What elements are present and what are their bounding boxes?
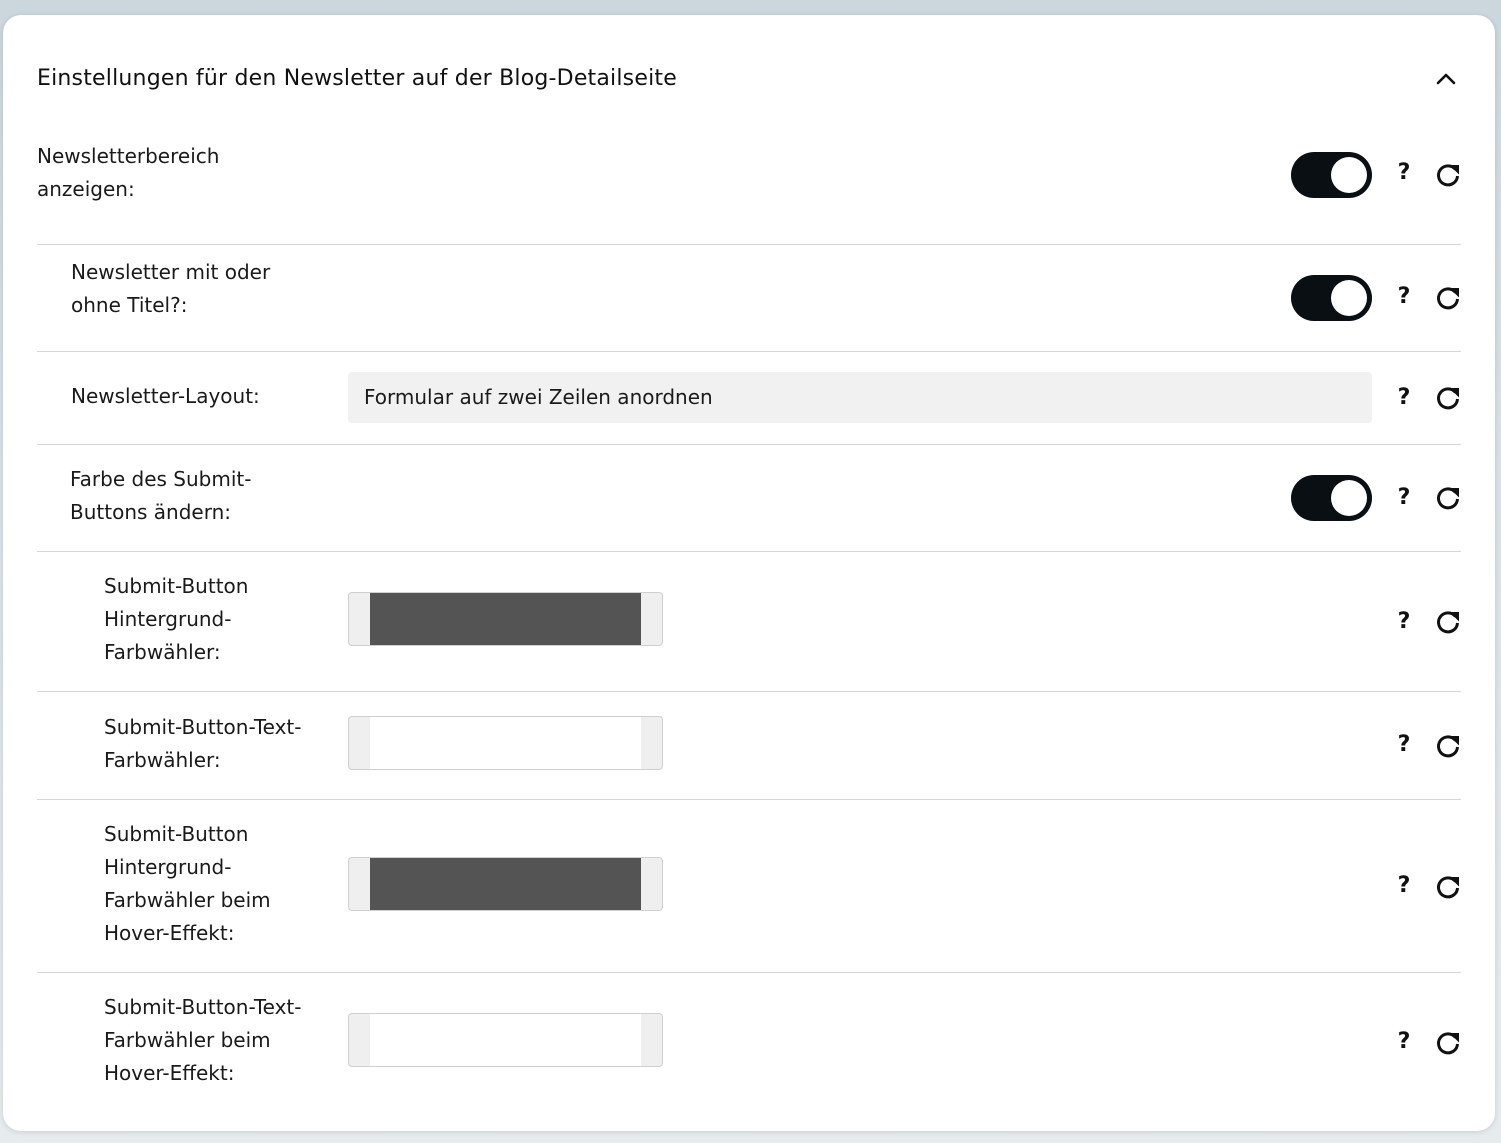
refresh-icon[interactable] bbox=[1435, 385, 1461, 411]
toggle-knob bbox=[1331, 280, 1367, 316]
setting-row-submit-text-color: Submit-Button-Text- Farbwähler: ? bbox=[37, 692, 1461, 800]
help-icon[interactable]: ? bbox=[1397, 385, 1411, 410]
refresh-icon[interactable] bbox=[1435, 874, 1461, 900]
chevron-up-icon bbox=[1436, 73, 1456, 85]
toggle-knob bbox=[1331, 480, 1367, 516]
refresh-icon[interactable] bbox=[1435, 285, 1461, 311]
setting-row-submit-text-hover-color: Submit-Button-Text- Farbwähler beim Hove… bbox=[37, 973, 1461, 1113]
help-icon[interactable]: ? bbox=[1397, 1029, 1411, 1054]
help-icon[interactable]: ? bbox=[1397, 160, 1411, 185]
panel-header[interactable]: Einstellungen für den Newsletter auf der… bbox=[37, 55, 1461, 101]
show-newsletter-toggle[interactable] bbox=[1291, 152, 1372, 198]
help-icon[interactable]: ? bbox=[1397, 873, 1411, 898]
setting-label: Submit-Button-Text- Farbwähler: bbox=[104, 715, 302, 772]
setting-label: Submit-Button Hintergrund- Farbwähler: bbox=[104, 574, 249, 664]
setting-label: Submit-Button Hintergrund- Farbwähler be… bbox=[104, 822, 271, 945]
newsletter-title-toggle[interactable] bbox=[1291, 275, 1372, 321]
submit-color-toggle[interactable] bbox=[1291, 475, 1372, 521]
refresh-icon[interactable] bbox=[1435, 162, 1461, 188]
color-swatch bbox=[370, 593, 641, 645]
color-swatch bbox=[370, 858, 641, 910]
toggle-knob bbox=[1331, 157, 1367, 193]
submit-bg-color-picker[interactable] bbox=[348, 592, 663, 646]
setting-row-newsletter-layout: Newsletter-Layout: Formular auf zwei Zei… bbox=[37, 352, 1461, 445]
setting-label: Farbe des Submit- Buttons ändern: bbox=[70, 467, 252, 524]
submit-text-color-picker[interactable] bbox=[348, 716, 663, 770]
collapse-button[interactable] bbox=[1431, 63, 1461, 93]
submit-bg-hover-color-picker[interactable] bbox=[348, 857, 663, 911]
help-icon[interactable]: ? bbox=[1397, 284, 1411, 309]
help-icon[interactable]: ? bbox=[1397, 732, 1411, 757]
refresh-icon[interactable] bbox=[1435, 1030, 1461, 1056]
refresh-icon[interactable] bbox=[1435, 609, 1461, 635]
panel-title: Einstellungen für den Newsletter auf der… bbox=[37, 65, 677, 91]
newsletter-layout-select[interactable]: Formular auf zwei Zeilen anordnen bbox=[348, 372, 1372, 423]
refresh-icon[interactable] bbox=[1435, 733, 1461, 759]
setting-row-newsletter-title: Newsletter mit oder ohne Titel?: ? bbox=[37, 245, 1461, 352]
setting-row-submit-bg-color: Submit-Button Hintergrund- Farbwähler: ? bbox=[37, 552, 1461, 692]
refresh-icon[interactable] bbox=[1435, 485, 1461, 511]
setting-row-show-newsletter: Newsletterbereich anzeigen: ? bbox=[37, 138, 1461, 245]
help-icon[interactable]: ? bbox=[1397, 609, 1411, 634]
newsletter-settings-panel: Einstellungen für den Newsletter auf der… bbox=[3, 15, 1495, 1131]
submit-text-hover-color-picker[interactable] bbox=[348, 1013, 663, 1067]
setting-label: Newsletter mit oder ohne Titel?: bbox=[71, 260, 271, 317]
help-icon[interactable]: ? bbox=[1397, 485, 1411, 510]
settings-rows: Newsletterbereich anzeigen: ? Newsletter… bbox=[37, 138, 1461, 1113]
setting-row-submit-color-toggle: Farbe des Submit- Buttons ändern: ? bbox=[37, 445, 1461, 552]
setting-row-submit-bg-hover-color: Submit-Button Hintergrund- Farbwähler be… bbox=[37, 800, 1461, 973]
color-swatch bbox=[370, 717, 641, 769]
setting-label: Newsletterbereich anzeigen: bbox=[37, 144, 220, 201]
color-swatch bbox=[370, 1014, 641, 1066]
setting-label: Submit-Button-Text- Farbwähler beim Hove… bbox=[104, 995, 302, 1085]
setting-label: Newsletter-Layout: bbox=[71, 384, 260, 408]
